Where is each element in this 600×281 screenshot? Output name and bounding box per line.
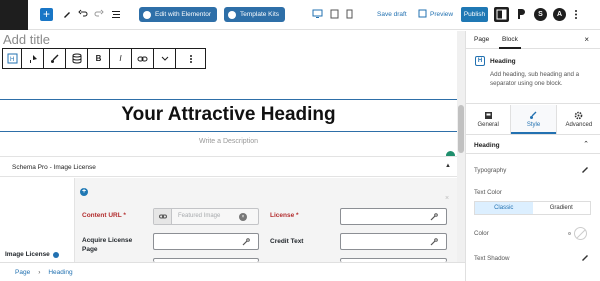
- edit-tool-icon[interactable]: [62, 9, 72, 19]
- tab-page[interactable]: Page: [474, 36, 489, 43]
- link-icon[interactable]: [132, 49, 154, 68]
- remove-row-icon[interactable]: ×: [445, 195, 449, 202]
- content-url-field[interactable]: Featured Image ×: [153, 208, 259, 225]
- block-options-icon[interactable]: [176, 49, 205, 68]
- help-icon[interactable]: [52, 251, 59, 258]
- sidebar-tabs: Page Block ×: [466, 31, 600, 49]
- heading-separator: [0, 131, 457, 132]
- image-license-group-label: Image License: [5, 251, 59, 258]
- template-kits-icon: [228, 10, 236, 19]
- preview-icon: [418, 9, 427, 18]
- avatar[interactable]: A: [553, 8, 566, 21]
- wordpress-logo[interactable]: [0, 0, 28, 30]
- color-label: Color: [474, 230, 489, 237]
- preview-link[interactable]: Preview: [430, 11, 453, 18]
- block-name: Heading: [490, 58, 516, 65]
- chevron-down-icon[interactable]: [154, 49, 176, 68]
- bold-button[interactable]: B: [88, 49, 110, 68]
- chevron-up-icon[interactable]: ⌃: [583, 140, 589, 148]
- breadcrumb: Page › Heading: [0, 262, 465, 281]
- style-brush-icon[interactable]: [44, 49, 66, 68]
- collapse-caret-icon[interactable]: ▲: [445, 163, 451, 169]
- heading-text[interactable]: Your Attractive Heading: [0, 104, 457, 126]
- typography-label: Typography: [474, 167, 507, 174]
- tab-advanced[interactable]: Advanced: [557, 105, 600, 134]
- classic-option[interactable]: Classic: [475, 202, 533, 214]
- wrench-icon[interactable]: [242, 238, 250, 246]
- color-type-toggle: Classic Gradient: [474, 201, 591, 215]
- credit-text-field[interactable]: [340, 233, 447, 250]
- license-field[interactable]: [340, 208, 447, 225]
- publish-button[interactable]: Publish: [461, 7, 488, 22]
- tab-block[interactable]: Block: [499, 36, 521, 49]
- general-icon: [484, 112, 492, 119]
- svg-text:H: H: [10, 57, 14, 63]
- description-input[interactable]: Write a Description: [0, 138, 457, 145]
- link-icon[interactable]: [154, 209, 172, 224]
- top-toolbar: + Edit with Elementor Template Kits Save…: [0, 0, 600, 30]
- wrench-icon[interactable]: [430, 238, 438, 246]
- block-top-border: [0, 99, 457, 100]
- options-menu-icon[interactable]: [574, 9, 578, 20]
- block-info-card: H Heading Add heading, sub heading and a…: [466, 50, 600, 104]
- add-row-button[interactable]: +: [80, 188, 88, 196]
- save-draft-link[interactable]: Save draft: [377, 11, 407, 18]
- drag-handle-icon[interactable]: [22, 49, 44, 68]
- breadcrumb-separator-icon: ›: [38, 268, 41, 276]
- breadcrumb-item-heading[interactable]: Heading: [48, 269, 72, 276]
- reset-color-icon[interactable]: [568, 232, 571, 235]
- elementor-icon: [143, 10, 151, 19]
- database-icon[interactable]: [66, 49, 88, 68]
- acquire-license-page-field[interactable]: [153, 233, 259, 250]
- text-color-label: Text Color: [474, 189, 502, 196]
- text-shadow-label: Text Shadow: [474, 255, 510, 262]
- edit-pencil-icon[interactable]: [581, 165, 589, 173]
- license-label: License *: [270, 212, 299, 219]
- document-overview-icon[interactable]: [111, 9, 121, 19]
- content-url-label: Content URL *: [82, 212, 126, 219]
- clear-icon[interactable]: ×: [239, 213, 247, 221]
- heading-section-header[interactable]: Heading ⌃: [466, 136, 600, 154]
- breadcrumb-item-page[interactable]: Page: [15, 269, 30, 276]
- edit-pencil-icon[interactable]: [581, 253, 589, 261]
- italic-button[interactable]: I: [110, 49, 132, 68]
- wrench-icon[interactable]: [430, 213, 438, 221]
- close-icon[interactable]: ×: [584, 35, 589, 44]
- post-title-input[interactable]: Add title: [3, 32, 50, 47]
- gear-icon: [575, 111, 583, 120]
- tab-general[interactable]: General: [466, 105, 510, 134]
- plugin-s-icon[interactable]: S: [534, 8, 547, 21]
- redo-icon[interactable]: [94, 9, 104, 19]
- color-picker-swatch[interactable]: [574, 227, 587, 240]
- style-brush-icon: [529, 111, 537, 119]
- style-tabs: General Style Advanced: [466, 105, 600, 135]
- schema-group-label-column: [0, 178, 75, 262]
- gradient-option[interactable]: Gradient: [533, 202, 591, 214]
- scrollbar-thumb[interactable]: [458, 105, 464, 153]
- block-description: Add heading, sub heading and a separator…: [490, 71, 580, 87]
- template-kits-button[interactable]: Template Kits: [224, 7, 286, 22]
- settings-toggle-button[interactable]: [494, 7, 509, 22]
- undo-icon[interactable]: [78, 9, 88, 19]
- heading-block-icon: H: [475, 56, 485, 66]
- block-type-heading-icon[interactable]: H: [3, 49, 22, 68]
- block-toolbar: H B I: [2, 48, 206, 69]
- tab-style[interactable]: Style: [510, 105, 557, 134]
- edit-with-elementor-button[interactable]: Edit with Elementor: [139, 7, 217, 22]
- tablet-preview-icon[interactable]: [330, 9, 339, 19]
- credit-text-label: Credit Text: [270, 238, 304, 245]
- schema-metabox-header[interactable]: Schema Pro - Image License ▲: [0, 156, 457, 177]
- plugin-p-icon[interactable]: [516, 8, 526, 20]
- settings-sidebar: Page Block × H Heading Add heading, sub …: [465, 31, 600, 281]
- desktop-preview-icon[interactable]: [312, 9, 323, 19]
- add-block-button[interactable]: +: [40, 8, 53, 21]
- mobile-preview-icon[interactable]: [346, 9, 353, 19]
- acquire-license-page-label: Acquire License Page: [82, 237, 133, 253]
